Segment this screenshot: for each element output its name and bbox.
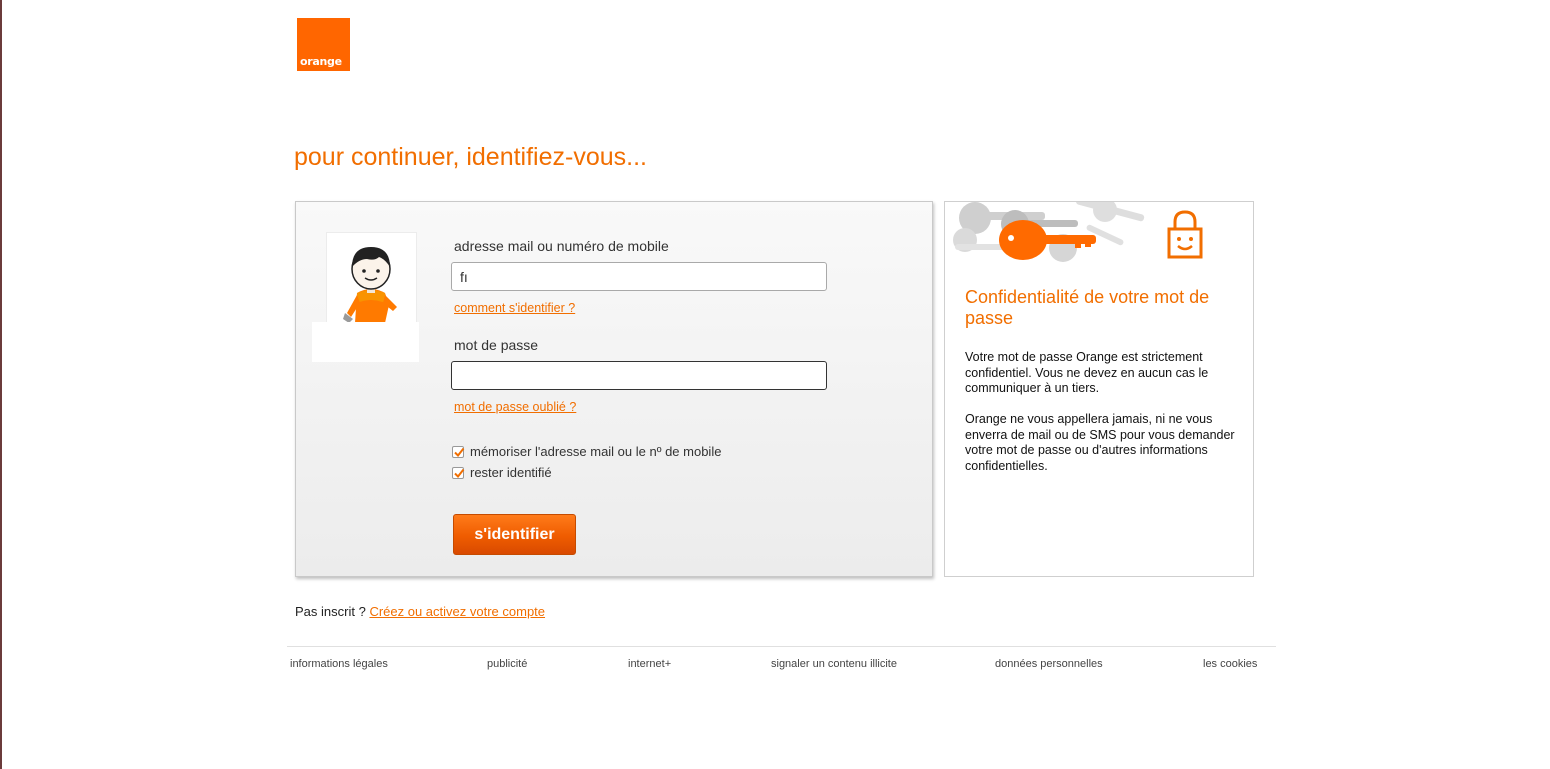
privacy-paragraph-1: Votre mot de passe Orange est strictemen… bbox=[965, 350, 1209, 395]
privacy-title: Confidentialité de votre mot de passe bbox=[965, 287, 1210, 328]
footer-legal-link[interactable]: informations légales bbox=[290, 658, 388, 670]
user-avatar-icon bbox=[326, 232, 417, 324]
footer-internet-link[interactable]: internet+ bbox=[628, 658, 671, 670]
orange-logo[interactable]: orange bbox=[297, 18, 350, 71]
checkmark-icon bbox=[454, 447, 465, 457]
email-or-mobile-field[interactable] bbox=[451, 262, 827, 291]
stay-logged-in-option[interactable]: rester identifié bbox=[452, 465, 552, 480]
avatar-caption-area bbox=[312, 322, 419, 362]
stay-logged-in-checkbox[interactable] bbox=[452, 466, 465, 479]
how-to-identify-link[interactable]: comment s'identifier ? bbox=[454, 301, 575, 315]
signup-line: Pas inscrit ? Créez ou activez votre com… bbox=[295, 604, 545, 619]
id-label: adresse mail ou numéro de mobile bbox=[454, 238, 669, 254]
login-button[interactable]: s'identifier bbox=[453, 514, 576, 555]
footer-divider bbox=[287, 646, 1276, 647]
footer-ads-link[interactable]: publicité bbox=[487, 658, 527, 670]
smiling-lock-icon bbox=[1167, 210, 1203, 259]
password-field[interactable] bbox=[451, 361, 827, 390]
left-edge-line bbox=[0, 0, 2, 769]
remember-id-option[interactable]: mémoriser l'adresse mail ou le nº de mob… bbox=[452, 444, 721, 459]
password-label: mot de passe bbox=[454, 337, 539, 353]
remember-checkbox[interactable] bbox=[452, 445, 465, 458]
keys-illustration bbox=[953, 202, 1203, 262]
footer-personal-data-link[interactable]: données personnelles bbox=[995, 658, 1103, 670]
create-account-link[interactable]: Créez ou activez votre compte bbox=[369, 604, 545, 619]
footer-report-link[interactable]: signaler un contenu illicite bbox=[771, 658, 897, 670]
logo-text: orange bbox=[300, 55, 342, 68]
checkmark-icon bbox=[454, 468, 465, 478]
remember-label: mémoriser l'adresse mail ou le nº de mob… bbox=[470, 444, 722, 459]
footer-cookies-link[interactable]: les cookies bbox=[1203, 658, 1257, 670]
privacy-paragraph-2: Orange ne vous appellera jamais, ni ne v… bbox=[965, 412, 1235, 473]
signup-prompt: Pas inscrit ? bbox=[295, 604, 366, 619]
forgot-password-link[interactable]: mot de passe oublié ? bbox=[454, 400, 576, 414]
page-title: pour continuer, identifiez-vous... bbox=[294, 143, 647, 171]
stay-logged-in-label: rester identifié bbox=[470, 465, 552, 480]
